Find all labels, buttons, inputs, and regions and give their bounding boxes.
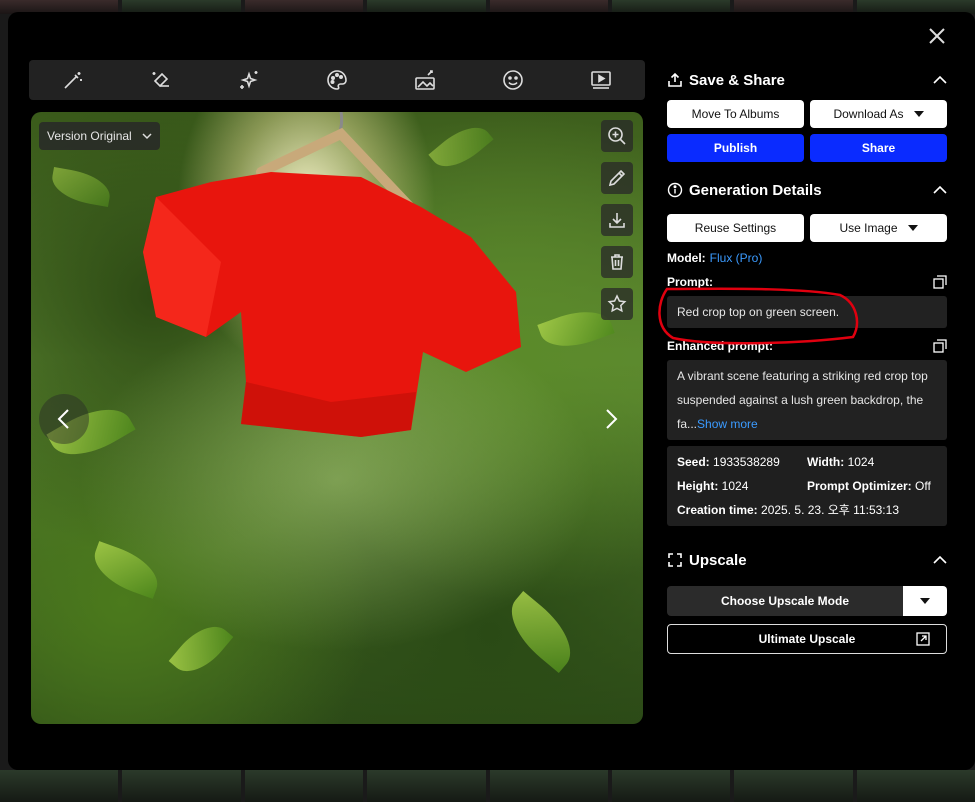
background-gallery-bottom — [0, 770, 975, 802]
eraser-icon — [152, 72, 169, 88]
prompt-optimizer-value: Off — [915, 479, 931, 493]
sparkle-tool[interactable] — [231, 64, 267, 96]
trash-icon — [611, 254, 623, 270]
creation-time-value: 2025. 5. 23. 오후 11:53:13 — [761, 503, 899, 517]
red-crop-top-illustration — [143, 112, 521, 437]
palette-tool[interactable] — [319, 64, 355, 96]
use-image-label: Use Image — [839, 221, 898, 235]
zoom-button[interactable] — [601, 120, 633, 152]
image-side-tools — [601, 120, 633, 320]
download-icon — [609, 213, 625, 228]
face-tool[interactable] — [495, 64, 531, 96]
reuse-settings-button[interactable]: Reuse Settings — [667, 214, 804, 242]
generated-image: Version Original — [31, 112, 643, 724]
sparkle-icon — [240, 71, 258, 89]
download-as-button[interactable]: Download As — [810, 100, 947, 128]
version-selector[interactable]: Version Original — [39, 122, 160, 150]
edit-toolbar — [29, 60, 645, 100]
chevron-right-icon — [606, 409, 618, 429]
previous-image-button[interactable] — [39, 394, 89, 444]
width-label: Width: — [807, 455, 845, 469]
video-icon — [591, 71, 611, 89]
close-icon — [929, 28, 945, 44]
model-label: Model: — [667, 251, 706, 265]
info-icon — [667, 182, 683, 198]
details-panel: Save & Share Move To Albums Download As … — [667, 60, 947, 654]
ultimate-upscale-button[interactable]: Ultimate Upscale — [667, 624, 947, 654]
caret-down-icon — [907, 225, 918, 231]
chevron-left-icon — [57, 409, 69, 429]
download-as-label: Download As — [833, 107, 904, 121]
version-label: Version Original — [47, 129, 132, 143]
use-image-button[interactable]: Use Image — [810, 214, 947, 242]
ultimate-upscale-label: Ultimate Upscale — [758, 632, 856, 646]
video-tool[interactable] — [583, 64, 619, 96]
height-label: Height: — [677, 479, 719, 493]
upscale-mode-label[interactable]: Choose Upscale Mode — [667, 586, 903, 616]
chevron-up-icon[interactable] — [933, 555, 947, 565]
save-share-header[interactable]: Save & Share — [667, 60, 947, 100]
image-edit-icon — [415, 70, 435, 90]
magic-wand-icon — [64, 72, 82, 89]
move-to-albums-button[interactable]: Move To Albums — [667, 100, 804, 128]
image-edit-tool[interactable] — [407, 64, 443, 96]
model-row: Model: Flux (Pro) — [667, 250, 947, 266]
close-button[interactable] — [921, 22, 953, 50]
download-button[interactable] — [601, 204, 633, 236]
eraser-tool[interactable] — [143, 64, 179, 96]
seed-value: 1933538289 — [713, 455, 780, 469]
creation-time-label: Creation time: — [677, 503, 758, 517]
face-icon — [503, 70, 523, 90]
height-value: 1024 — [721, 479, 749, 493]
upscale-mode-select[interactable]: Choose Upscale Mode — [667, 586, 947, 616]
star-icon — [607, 294, 627, 313]
chevron-down-icon — [142, 133, 152, 140]
next-image-button[interactable] — [589, 394, 633, 444]
palette-icon — [327, 70, 347, 90]
generation-stats: Seed: 1933538289 Width: 1024 Height: 102… — [667, 446, 947, 526]
model-link[interactable]: Flux (Pro) — [710, 251, 763, 265]
delete-button[interactable] — [601, 246, 633, 278]
generation-details-title: Generation Details — [689, 181, 822, 199]
enhanced-prompt-text: A vibrant scene featuring a striking red… — [667, 360, 947, 440]
pencil-icon — [608, 169, 626, 187]
external-link-icon — [916, 632, 930, 646]
share-icon — [668, 72, 682, 87]
prompt-optimizer-label: Prompt Optimizer: — [807, 479, 912, 493]
generation-details-header[interactable]: Generation Details — [667, 170, 947, 210]
upscale-mode-dropdown[interactable] — [903, 586, 947, 616]
favorite-button[interactable] — [601, 288, 633, 320]
chevron-up-icon[interactable] — [933, 185, 947, 195]
copy-icon[interactable] — [933, 339, 947, 353]
upscale-header[interactable]: Upscale — [667, 540, 947, 580]
caret-down-icon — [913, 111, 924, 117]
edit-button[interactable] — [601, 162, 633, 194]
expand-icon — [668, 553, 682, 567]
width-value: 1024 — [847, 455, 875, 469]
zoom-in-icon — [608, 127, 626, 145]
caret-down-icon — [920, 598, 930, 604]
save-share-title: Save & Share — [689, 71, 785, 89]
chevron-up-icon[interactable] — [933, 75, 947, 85]
seed-label: Seed: — [677, 455, 710, 469]
red-annotation-circle — [658, 287, 859, 345]
magic-wand-tool[interactable] — [55, 64, 91, 96]
show-more-link[interactable]: Show more — [697, 417, 758, 431]
publish-button[interactable]: Publish — [667, 134, 804, 162]
copy-icon[interactable] — [933, 275, 947, 289]
share-button[interactable]: Share — [810, 134, 947, 162]
upscale-title: Upscale — [689, 551, 747, 569]
